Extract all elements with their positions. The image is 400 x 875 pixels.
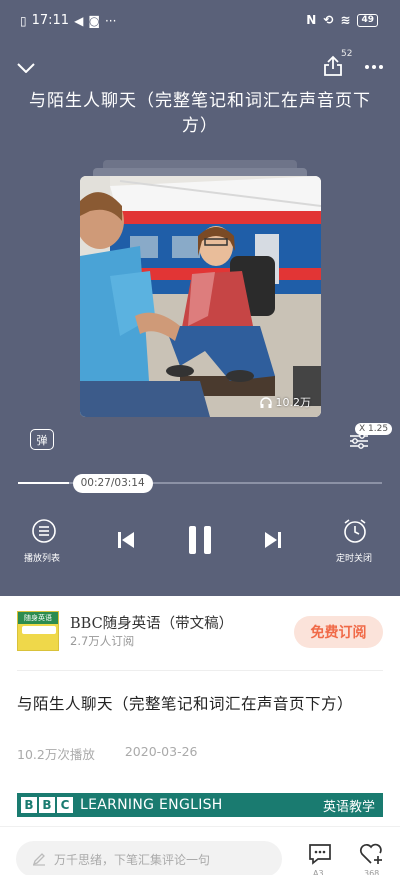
- comment-icon: [309, 844, 331, 865]
- comment-count: A3: [313, 869, 324, 875]
- pause-icon: [189, 526, 211, 554]
- share-icon: [324, 55, 342, 76]
- playlist-icon: [32, 519, 56, 543]
- comments-button[interactable]: [305, 839, 335, 869]
- pause-button[interactable]: [183, 523, 217, 557]
- skip-previous-icon: [118, 532, 134, 548]
- track-cover-image[interactable]: 10.2万: [80, 176, 321, 417]
- sim-icon: ▯: [20, 13, 27, 28]
- chevron-down-icon: [17, 63, 35, 73]
- more-notifications-icon: ···: [104, 13, 117, 28]
- sleep-timer-button[interactable]: [341, 517, 369, 545]
- episode-date: 2020-03-26: [124, 744, 198, 759]
- rotation-icon: ⟲: [323, 13, 334, 27]
- previous-button[interactable]: [113, 527, 139, 553]
- bbc-logo: B B C: [21, 797, 73, 813]
- bbc-banner-tag: 英语教学: [322, 799, 375, 815]
- bbc-banner-word: LEARNING ENGLISH: [80, 797, 223, 813]
- bottom-bar: 万千思绪，下笔汇集评论一句 A3 368: [0, 826, 400, 875]
- status-time: 17:11: [31, 13, 70, 28]
- like-button[interactable]: [357, 839, 387, 869]
- speed-badge: X 1.25: [355, 423, 393, 435]
- album-subscribers: 2.7万人订阅: [70, 634, 135, 648]
- status-bar: ▯ 17:11 ◀ ◙ ··· N ⟲ ≋ 49: [0, 0, 400, 42]
- player-panel: ▯ 17:11 ◀ ◙ ··· N ⟲ ≋ 49 52 与陌生人聊天（完整笔记和…: [0, 0, 400, 596]
- more-button[interactable]: [360, 54, 388, 80]
- progress-thumb[interactable]: 00:27/03:14: [72, 474, 153, 493]
- collapse-button[interactable]: [14, 56, 38, 80]
- episode-plays: 10.2万次播放: [17, 747, 95, 762]
- playlist-button[interactable]: [30, 517, 58, 545]
- track-title: 与陌生人聊天（完整笔记和词汇在声音页下方）: [29, 91, 371, 136]
- cover-play-count-text: 10.2万: [275, 396, 312, 409]
- bbc-letter-1: B: [21, 797, 37, 813]
- album-name: BBC随身英语（带文稿）: [70, 616, 234, 632]
- more-dots-icon: [365, 65, 383, 69]
- subscribe-button[interactable]: 免费订阅: [294, 616, 383, 648]
- album-cover-text: 随身英语: [18, 612, 58, 624]
- cover-photo: [80, 176, 321, 417]
- app-icon: ◙: [88, 13, 100, 28]
- share-count: 52: [341, 49, 353, 59]
- heart-plus-icon: [359, 843, 382, 864]
- pencil-icon: [32, 853, 45, 866]
- section-divider: [17, 670, 383, 671]
- nfc-icon: N: [306, 13, 317, 27]
- next-button[interactable]: [260, 527, 286, 553]
- bbc-letter-3: C: [57, 797, 73, 813]
- comment-placeholder: 万千思绪，下笔汇集评论一句: [54, 852, 211, 867]
- episode-meta: 10.2万次播放 2020-03-26: [17, 744, 198, 763]
- skip-next-icon: [265, 532, 281, 548]
- playlist-label: 播放列表: [24, 554, 61, 564]
- battery-icon: 49: [357, 13, 378, 27]
- alarm-clock-icon: [344, 519, 366, 543]
- episode-title: 与陌生人聊天（完整笔记和词汇在声音页下方）: [17, 695, 354, 713]
- progress-fill: [18, 482, 69, 484]
- cover-play-count: 10.2万: [259, 394, 312, 410]
- player-top-bar: 52: [0, 49, 400, 88]
- headphones-icon: [259, 396, 272, 408]
- album-card[interactable]: 随身英语 BBC随身英语（带文稿） 2.7万人订阅 免费订阅: [0, 596, 400, 666]
- wifi-icon: ≋: [340, 13, 351, 27]
- comment-input[interactable]: 万千思绪，下笔汇集评论一句: [16, 841, 282, 875]
- danmu-toggle[interactable]: 弹: [30, 429, 54, 450]
- album-cover-band: [22, 626, 56, 634]
- bbc-banner: B B C LEARNING ENGLISH 英语教学: [17, 793, 383, 817]
- sleep-timer-label: 定时关闭: [336, 554, 373, 564]
- bbc-letter-2: B: [39, 797, 55, 813]
- mute-icon: ◀: [74, 13, 84, 28]
- danmu-label: 弹: [36, 433, 48, 447]
- like-count: 368: [364, 869, 380, 875]
- album-cover: 随身英语: [17, 611, 59, 651]
